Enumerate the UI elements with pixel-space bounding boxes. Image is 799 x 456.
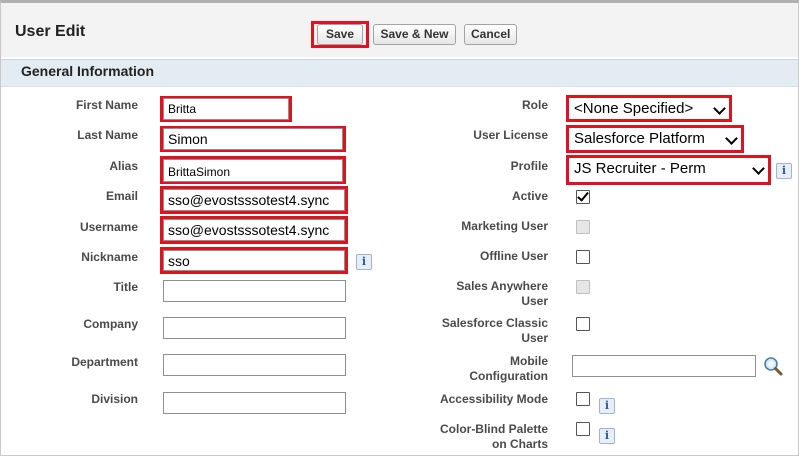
alias-input[interactable]: BrittaSimon: [163, 159, 343, 182]
mobile-configuration-label: Mobile Configuration: [378, 354, 548, 384]
title-label: Title: [113, 280, 138, 294]
lookup-icon[interactable]: [763, 356, 783, 376]
username-label: Username: [79, 220, 138, 234]
chevron-down-icon: [713, 102, 726, 115]
sales-anywhere-label: Sales Anywhere User: [378, 279, 548, 309]
checkmark-icon: [577, 189, 589, 202]
active-checkbox[interactable]: [576, 189, 590, 204]
salesforce-classic-label-line1: Salesforce Classic: [441, 316, 548, 330]
profile-select-value: JS Recruiter - Perm: [574, 160, 706, 177]
first-name-label: First Name: [75, 98, 138, 112]
first-name-input[interactable]: Britta: [163, 98, 289, 120]
department-input[interactable]: [163, 354, 346, 376]
color-blind-info-icon[interactable]: i: [599, 428, 615, 444]
last-name-input[interactable]: Simon: [163, 128, 343, 150]
company-input[interactable]: [163, 317, 346, 339]
company-label: Company: [83, 317, 138, 331]
cancel-button[interactable]: Cancel: [464, 24, 517, 45]
user-license-select[interactable]: Salesforce Platform: [570, 128, 740, 149]
department-label: Department: [71, 355, 138, 369]
email-label: Email: [105, 189, 138, 203]
color-blind-label-line1: Color-Blind Palette: [439, 422, 548, 436]
accessibility-mode-label: Accessibility Mode: [439, 392, 548, 406]
chevron-down-icon: [752, 162, 765, 175]
nickname-label: Nickname: [81, 250, 138, 264]
mobile-configuration-label-line2: Configuration: [469, 369, 548, 383]
user-license-label: User License: [473, 128, 548, 142]
accessibility-info-icon[interactable]: i: [599, 398, 615, 414]
mobile-configuration-input[interactable]: [572, 355, 756, 377]
chevron-down-icon: [725, 132, 738, 145]
marketing-user-label: Marketing User: [461, 219, 548, 233]
mobile-configuration-label-line1: Mobile: [510, 354, 548, 368]
marketing-user-checkbox: [576, 220, 590, 234]
profile-label: Profile: [510, 159, 548, 173]
color-blind-label: Color-Blind Palette on Charts: [378, 422, 548, 452]
salesforce-classic-label: Salesforce Classic User: [378, 316, 548, 346]
save-new-button[interactable]: Save & New: [373, 24, 456, 45]
sales-anywhere-checkbox: [576, 280, 590, 294]
last-name-label: Last Name: [77, 128, 138, 142]
sales-anywhere-label-line1: Sales Anywhere: [456, 279, 548, 293]
page-title: User Edit: [15, 23, 86, 40]
section-title: General Information: [21, 63, 155, 79]
role-label: Role: [521, 98, 548, 112]
division-input[interactable]: [163, 392, 346, 414]
active-label: Active: [511, 189, 548, 203]
profile-select[interactable]: JS Recruiter - Perm: [570, 158, 767, 179]
offline-user-checkbox[interactable]: [576, 250, 590, 264]
username-input[interactable]: sso@evostsssotest4.sync: [163, 219, 345, 241]
sales-anywhere-label-line2: User: [521, 294, 548, 308]
nickname-info-icon[interactable]: i: [356, 254, 372, 270]
offline-user-label: Offline User: [479, 249, 548, 263]
user-license-select-value: Salesforce Platform: [574, 130, 705, 147]
salesforce-classic-checkbox[interactable]: [576, 317, 590, 331]
accessibility-mode-checkbox[interactable]: [576, 392, 590, 406]
role-select-value: <None Specified>: [574, 100, 694, 117]
role-select[interactable]: <None Specified>: [570, 98, 728, 119]
email-input[interactable]: sso@evostsssotest4.sync: [163, 189, 345, 211]
title-input[interactable]: [163, 280, 346, 302]
nickname-input[interactable]: sso: [163, 250, 345, 271]
save-button[interactable]: Save: [317, 24, 363, 45]
alias-label: Alias: [109, 159, 138, 173]
division-label: Division: [91, 392, 138, 406]
color-blind-label-line2: on Charts: [491, 437, 548, 451]
salesforce-classic-label-line2: User: [521, 331, 548, 345]
profile-info-icon[interactable]: i: [776, 163, 792, 179]
color-blind-checkbox[interactable]: [576, 422, 590, 436]
